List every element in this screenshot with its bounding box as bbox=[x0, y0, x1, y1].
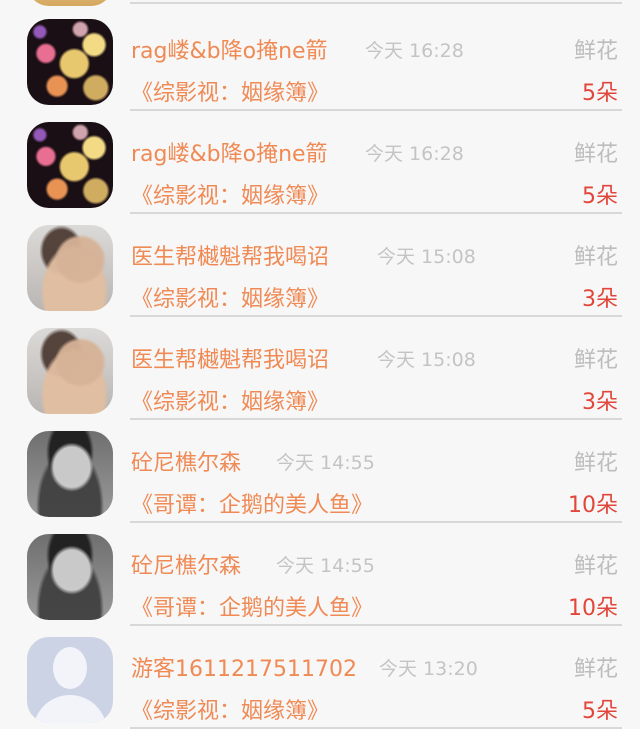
list-item[interactable]: rag嵝&b降o掩ne箭 今天 16:28 鲜花 《综影视：姻缘簿》 5朵 bbox=[0, 107, 640, 214]
username[interactable]: rag嵝&b降o掩ne箭 bbox=[131, 33, 328, 65]
list-item[interactable]: 游客1611217511702 今天 13:20 鲜花 《综影视：姻缘簿》 5朵 bbox=[0, 622, 640, 729]
gift-count: 5朵 bbox=[582, 81, 618, 106]
book-title[interactable]: 《综影视：姻缘簿》 bbox=[131, 281, 329, 313]
book-title[interactable]: 《综影视：姻缘簿》 bbox=[131, 75, 329, 107]
username[interactable]: 医生帮樾魁帮我喝诏 bbox=[131, 342, 329, 374]
avatar[interactable] bbox=[27, 328, 113, 414]
gift-count: 10朵 bbox=[568, 596, 618, 621]
default-user-icon bbox=[53, 647, 87, 689]
gift-type: 鲜花 bbox=[573, 39, 618, 64]
avatar[interactable] bbox=[27, 19, 113, 105]
gift-type: 鲜花 bbox=[573, 657, 618, 682]
book-title[interactable]: 《综影视：姻缘簿》 bbox=[131, 178, 329, 210]
gift-count: 5朵 bbox=[582, 699, 618, 724]
avatar[interactable] bbox=[27, 637, 113, 723]
book-title[interactable]: 《综影视：姻缘簿》 bbox=[131, 384, 329, 416]
username[interactable]: 砼尼樵尔森 bbox=[131, 548, 241, 580]
list-item[interactable]: 医生帮樾魁帮我喝诏 今天 15:08 鲜花 《综影视：姻缘簿》 3朵 bbox=[0, 313, 640, 420]
avatar[interactable] bbox=[27, 534, 113, 620]
gift-type: 鲜花 bbox=[573, 451, 618, 476]
list-item[interactable]: 医生帮樾魁帮我喝诏 今天 15:08 鲜花 《综影视：姻缘簿》 3朵 bbox=[0, 210, 640, 317]
username[interactable]: 医生帮樾魁帮我喝诏 bbox=[131, 239, 329, 271]
timestamp: 今天 15:08 bbox=[377, 246, 476, 268]
avatar[interactable] bbox=[27, 122, 113, 208]
gift-record-list: rag嵝&b降o掩ne箭 今天 16:28 鲜花 《综影视：姻缘簿》 5朵 ra… bbox=[0, 0, 640, 729]
username[interactable]: 砼尼樵尔森 bbox=[131, 445, 241, 477]
list-item[interactable]: 砼尼樵尔森 今天 14:55 鲜花 《哥谭：企鹅的美人鱼》 10朵 bbox=[0, 416, 640, 523]
book-title[interactable]: 《综影视：姻缘簿》 bbox=[131, 693, 329, 725]
gift-count: 10朵 bbox=[568, 493, 618, 518]
timestamp: 今天 15:08 bbox=[377, 349, 476, 371]
gift-type: 鲜花 bbox=[573, 348, 618, 373]
gift-type: 鲜花 bbox=[573, 245, 618, 270]
book-title[interactable]: 《哥谭：企鹅的美人鱼》 bbox=[131, 487, 373, 519]
timestamp: 今天 16:28 bbox=[365, 40, 464, 62]
list-item[interactable]: rag嵝&b降o掩ne箭 今天 16:28 鲜花 《综影视：姻缘簿》 5朵 bbox=[0, 4, 640, 111]
timestamp: 今天 13:20 bbox=[379, 658, 478, 680]
timestamp: 今天 14:55 bbox=[276, 555, 375, 577]
gift-count: 3朵 bbox=[582, 287, 618, 312]
avatar[interactable] bbox=[27, 431, 113, 517]
list-item[interactable]: 砼尼樵尔森 今天 14:55 鲜花 《哥谭：企鹅的美人鱼》 10朵 bbox=[0, 519, 640, 626]
gift-count: 5朵 bbox=[582, 184, 618, 209]
timestamp: 今天 14:55 bbox=[276, 452, 375, 474]
gift-type: 鲜花 bbox=[573, 554, 618, 579]
timestamp: 今天 16:28 bbox=[365, 143, 464, 165]
avatar[interactable] bbox=[27, 225, 113, 311]
username[interactable]: rag嵝&b降o掩ne箭 bbox=[131, 136, 328, 168]
gift-count: 3朵 bbox=[582, 390, 618, 415]
gift-type: 鲜花 bbox=[573, 142, 618, 167]
username[interactable]: 游客1611217511702 bbox=[131, 651, 357, 683]
default-user-body bbox=[33, 695, 107, 723]
book-title[interactable]: 《哥谭：企鹅的美人鱼》 bbox=[131, 590, 373, 622]
